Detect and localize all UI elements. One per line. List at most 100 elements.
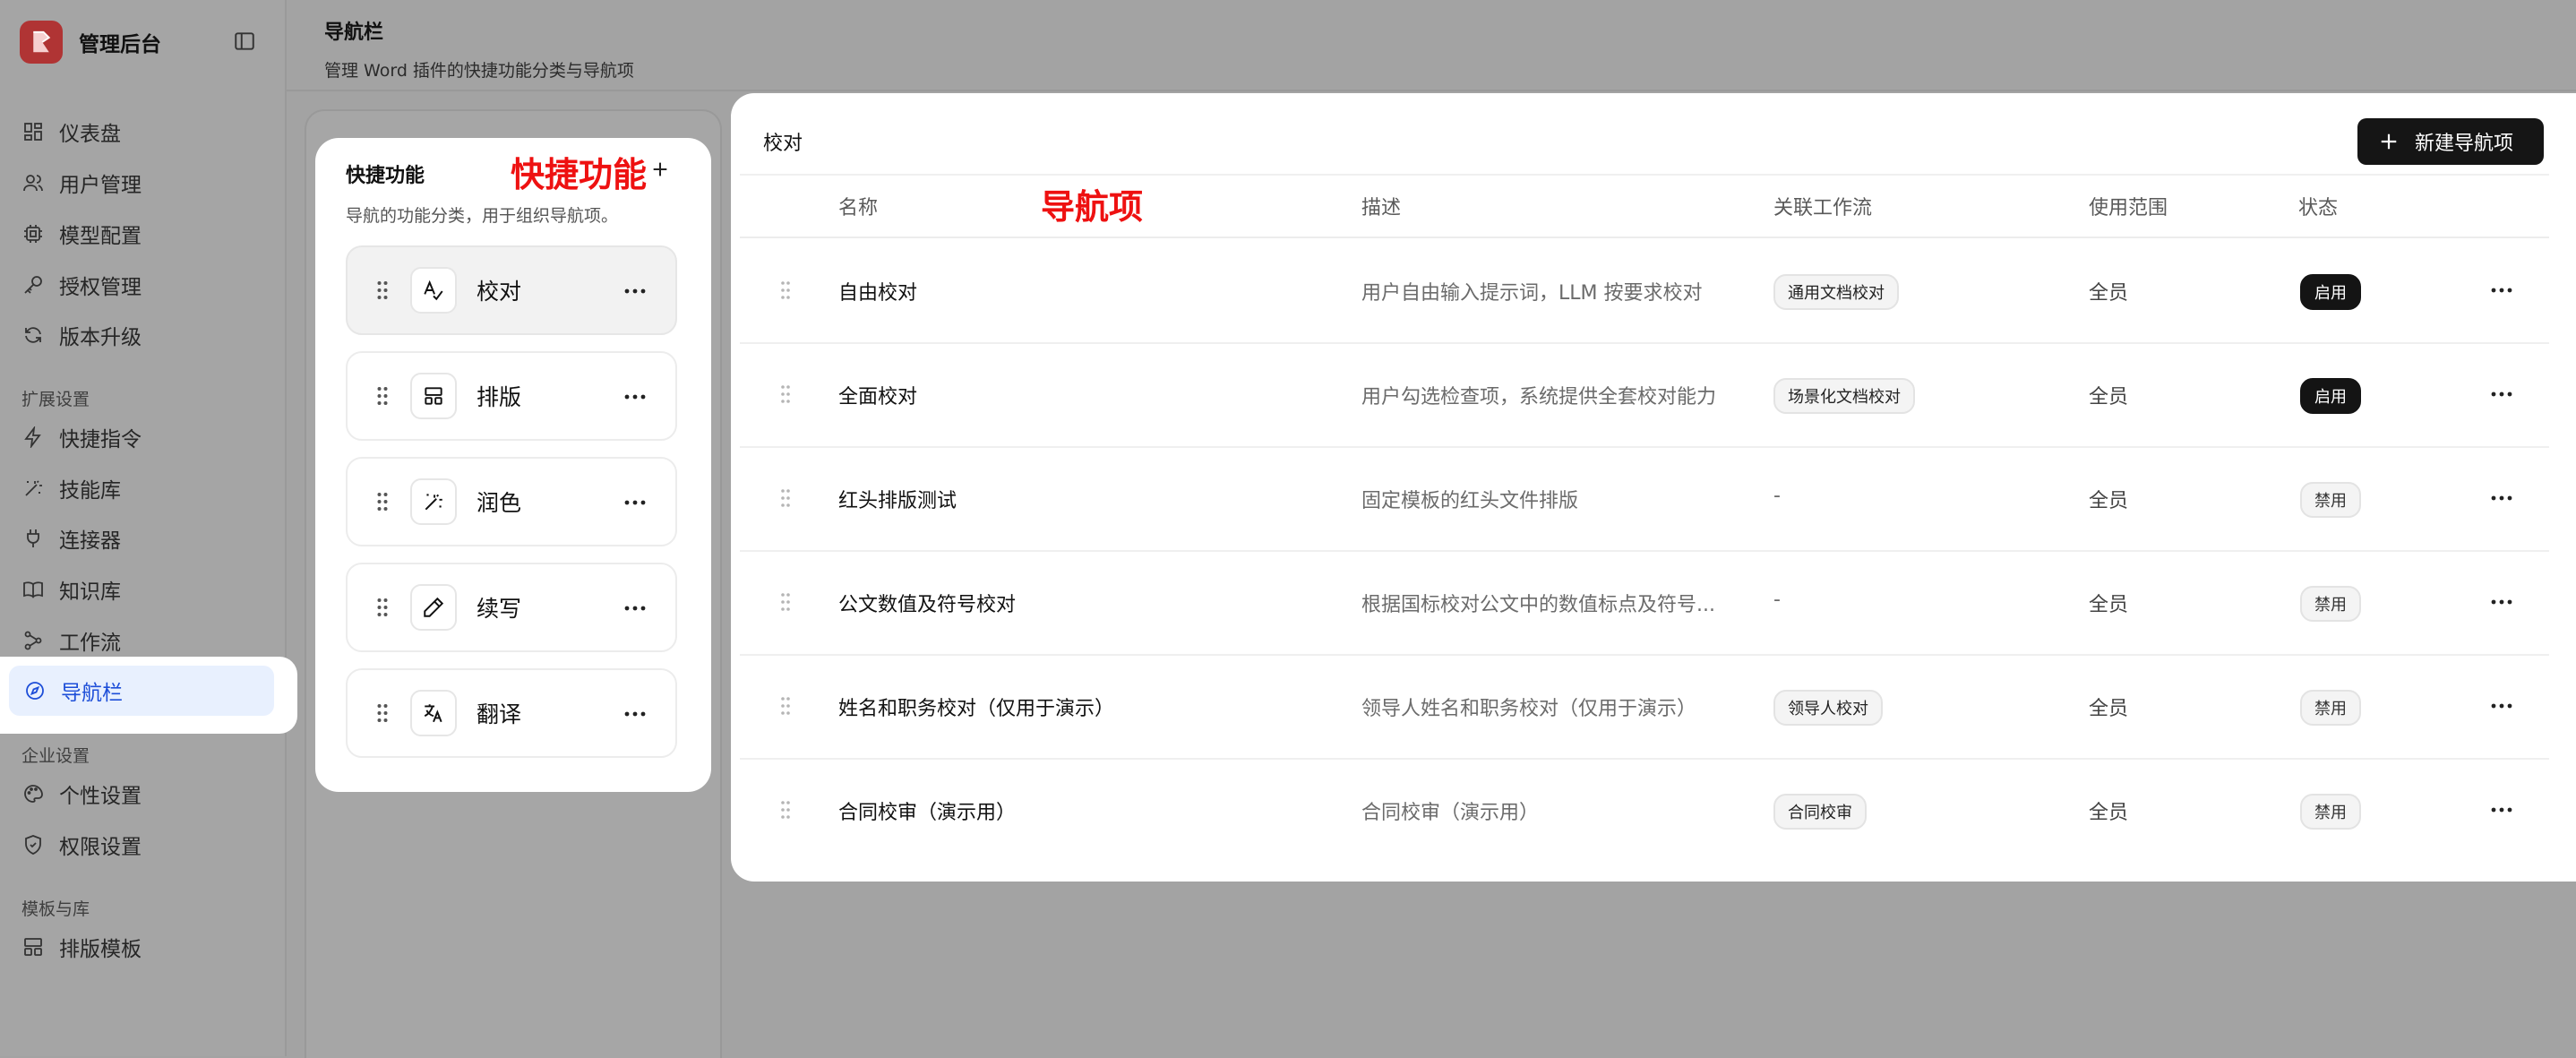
sidebar-item-shortcuts[interactable]: 快捷指令 <box>13 414 272 460</box>
sidebar-item-connectors[interactable]: 连接器 <box>13 515 272 562</box>
page-subtitle: 管理 Word 插件的快捷功能分类与导航项 <box>324 61 634 81</box>
status-badge[interactable]: 启用 <box>2300 378 2361 414</box>
more-options-icon[interactable] <box>622 278 648 305</box>
sidebar-item-label: 仪表盘 <box>59 123 121 146</box>
status-badge[interactable]: 禁用 <box>2300 690 2361 726</box>
status-badge[interactable]: 禁用 <box>2300 794 2361 830</box>
table-row[interactable]: 红头排版测试 固定模板的红头文件排版 - 全员 禁用 <box>740 446 2549 552</box>
quick-function-item-translate[interactable]: 翻译 <box>346 668 677 758</box>
sidebar-item-skills[interactable]: 技能库 <box>13 465 272 512</box>
drag-handle-icon[interactable] <box>374 385 391 407</box>
more-options-icon[interactable] <box>2488 796 2515 823</box>
sidebar-item-users[interactable]: 用户管理 <box>13 159 272 206</box>
group-label-enterprise: 企业设置 <box>21 746 90 766</box>
status-badge[interactable]: 启用 <box>2300 274 2361 310</box>
drag-handle-icon[interactable] <box>777 487 794 509</box>
cell-desc: 根据国标校对公文中的数值标点及符号... <box>1361 594 1715 616</box>
more-options-icon[interactable] <box>2488 381 2515 408</box>
cell-scope: 全员 <box>2089 386 2129 409</box>
annotation-quick-functions: 快捷功能 <box>511 155 648 194</box>
column-header-desc: 描述 <box>1361 197 1402 219</box>
sidebar-item-navbar[interactable]: 导航栏 <box>9 666 274 716</box>
drag-handle-icon[interactable] <box>777 383 794 405</box>
workflow-chip: 通用文档校对 <box>1773 274 1899 310</box>
cell-scope: 全员 <box>2089 802 2129 824</box>
drag-handle-icon[interactable] <box>374 597 391 618</box>
table-row[interactable]: 公文数值及符号校对 根据国标校对公文中的数值标点及符号... - 全员 禁用 <box>740 550 2549 656</box>
table-row[interactable]: 合同校审（演示用） 合同校审（演示用） 合同校审 全员 禁用 <box>740 758 2549 862</box>
column-header-workflow: 关联工作流 <box>1773 197 1873 219</box>
dashboard-icon <box>20 118 47 145</box>
column-header-scope: 使用范围 <box>2089 197 2168 219</box>
sidebar-item-label: 权限设置 <box>59 836 142 859</box>
sidebar-item-models[interactable]: 模型配置 <box>13 211 272 257</box>
cell-name: 全面校对 <box>838 386 918 409</box>
workflow-chip: 场景化文档校对 <box>1773 378 1915 414</box>
table-row[interactable]: 全面校对 用户勾选检查项，系统提供全套校对能力 场景化文档校对 全员 启用 <box>740 342 2549 448</box>
table-row[interactable]: 自由校对 用户自由输入提示词，LLM 按要求校对 通用文档校对 全员 启用 <box>740 238 2549 344</box>
quick-function-label: 校对 <box>477 279 522 305</box>
quick-function-item-layout[interactable]: 排版 <box>346 351 677 441</box>
cell-name: 自由校对 <box>838 282 918 305</box>
cell-workflow: - <box>1773 485 1781 507</box>
quick-functions-subtitle: 导航的功能分类，用于组织导航项。 <box>346 206 619 226</box>
plus-icon <box>2377 130 2400 153</box>
quick-functions-title: 快捷功能 <box>346 165 425 187</box>
table-row[interactable]: 姓名和职务校对（仅用于演示） 领导人姓名和职务校对（仅用于演示） 领导人校对 全… <box>740 654 2549 760</box>
new-nav-item-button[interactable]: 新建导航项 <box>2357 118 2544 165</box>
sidebar-item-permissions[interactable]: 权限设置 <box>13 821 272 868</box>
sidebar-item-knowledge[interactable]: 知识库 <box>13 566 272 613</box>
divider <box>740 174 2549 176</box>
more-options-icon[interactable] <box>2488 485 2515 512</box>
sidebar-item-upgrade[interactable]: 版本升级 <box>13 312 272 358</box>
compass-icon <box>21 677 48 704</box>
drag-handle-icon[interactable] <box>777 591 794 613</box>
sidebar-toggle-icon[interactable] <box>231 28 258 55</box>
cell-workflow: - <box>1773 589 1781 611</box>
sidebar-item-label: 授权管理 <box>59 276 142 299</box>
quick-function-item-polish[interactable]: 润色 <box>346 457 677 546</box>
sidebar-item-label: 版本升级 <box>59 326 142 349</box>
more-options-icon[interactable] <box>622 489 648 516</box>
status-badge[interactable]: 禁用 <box>2300 586 2361 622</box>
drag-handle-icon[interactable] <box>374 280 391 301</box>
sidebar: 管理后台 仪表盘 用户管理 模型配置 授权管理 版本升级 扩展设置 快捷指令 技… <box>0 0 287 1056</box>
more-options-icon[interactable] <box>622 701 648 727</box>
shield-icon <box>20 831 47 858</box>
cell-desc: 领导人姓名和职务校对（仅用于演示） <box>1361 698 1697 720</box>
cell-name: 公文数值及符号校对 <box>838 594 1017 616</box>
quick-function-item-continue[interactable]: 续写 <box>346 563 677 652</box>
add-quick-function-icon[interactable] <box>647 156 674 183</box>
sidebar-item-layout-templates[interactable]: 排版模板 <box>13 924 272 970</box>
drag-handle-icon[interactable] <box>374 702 391 724</box>
more-options-icon[interactable] <box>622 595 648 622</box>
drag-handle-icon[interactable] <box>374 491 391 512</box>
sidebar-item-license[interactable]: 授权管理 <box>13 262 272 308</box>
annotation-nav-items: 导航项 <box>1041 187 1144 227</box>
sidebar-item-label: 连接器 <box>59 529 121 553</box>
pen-icon <box>410 584 457 631</box>
page-title: 导航栏 <box>324 22 384 44</box>
wand-icon <box>410 478 457 525</box>
drag-handle-icon[interactable] <box>777 280 794 301</box>
sidebar-item-dashboard[interactable]: 仪表盘 <box>13 108 272 155</box>
sidebar-item-label: 个性设置 <box>59 785 142 808</box>
more-options-icon[interactable] <box>2488 589 2515 615</box>
drag-handle-icon[interactable] <box>777 695 794 717</box>
breadcrumb: 校对 <box>763 133 803 155</box>
cell-scope: 全员 <box>2089 594 2129 616</box>
status-badge[interactable]: 禁用 <box>2300 482 2361 518</box>
cpu-icon <box>20 220 47 247</box>
brand[interactable]: 管理后台 <box>20 20 161 65</box>
more-options-icon[interactable] <box>2488 277 2515 304</box>
sidebar-active-highlight: 导航栏 <box>0 657 297 734</box>
quick-functions-panel: 快捷功能 快捷功能 导航的功能分类，用于组织导航项。 校对 排版 润色 续写 翻… <box>315 138 711 792</box>
wand-icon <box>20 475 47 502</box>
drag-handle-icon[interactable] <box>777 799 794 821</box>
sidebar-item-label: 技能库 <box>59 479 121 503</box>
quick-function-label: 排版 <box>477 384 522 410</box>
more-options-icon[interactable] <box>2488 692 2515 719</box>
more-options-icon[interactable] <box>622 383 648 410</box>
sidebar-item-personalize[interactable]: 个性设置 <box>13 770 272 817</box>
quick-function-item-proofread[interactable]: 校对 <box>346 245 677 335</box>
